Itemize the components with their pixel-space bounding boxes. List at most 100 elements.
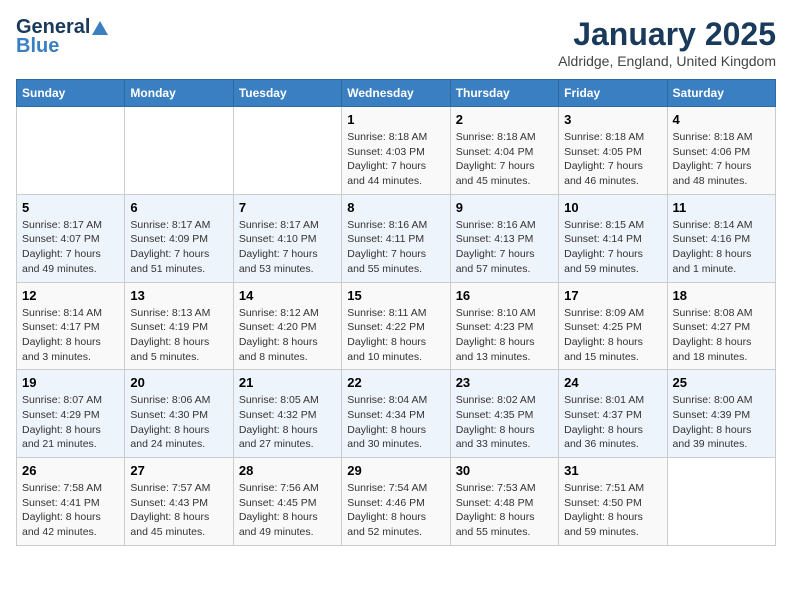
day-cell (233, 107, 341, 195)
day-cell: 16Sunrise: 8:10 AMSunset: 4:23 PMDayligh… (450, 282, 558, 370)
week-row-5: 26 Sunrise: 7:58 AMSunset: 4:41 PMDayligh… (17, 458, 776, 546)
day-info: Sunrise: 8:13 AMSunset: 4:19 PMDaylight:… (130, 306, 227, 365)
header-tuesday: Tuesday (233, 80, 341, 107)
header-wednesday: Wednesday (342, 80, 450, 107)
day-number: 12 (22, 288, 119, 303)
day-info: Sunrise: 8:17 AMSunset: 4:10 PMDaylight:… (239, 218, 336, 277)
day-number: 8 (347, 200, 444, 215)
day-cell: 13 Sunrise: 8:13 AMSunset: 4:19 PMDayligh… (125, 282, 233, 370)
calendar-table: SundayMondayTuesdayWednesdayThursdayFrid… (16, 79, 776, 546)
day-cell: 27 Sunrise: 7:57 AMSunset: 4:43 PMDayligh… (125, 458, 233, 546)
week-row-1: 1 Sunrise: 8:18 AMSunset: 4:03 PMDaylight… (17, 107, 776, 195)
month-title: January 2025 (558, 16, 776, 53)
day-number: 6 (130, 200, 227, 215)
day-number: 20 (130, 375, 227, 390)
day-cell: 10 Sunrise: 8:15 AMSunset: 4:14 PMDayligh… (559, 194, 667, 282)
day-number: 1 (347, 112, 444, 127)
day-info: Sunrise: 8:17 AMSunset: 4:09 PMDaylight:… (130, 218, 227, 277)
day-cell (17, 107, 125, 195)
day-info: Sunrise: 8:11 AMSunset: 4:22 PMDaylight:… (347, 306, 444, 365)
logo-icon (91, 19, 109, 37)
day-number: 11 (673, 200, 770, 215)
day-cell: 14 Sunrise: 8:12 AMSunset: 4:20 PMDayligh… (233, 282, 341, 370)
day-cell: 20Sunrise: 8:06 AMSunset: 4:30 PMDayligh… (125, 370, 233, 458)
day-info: Sunrise: 8:04 AMSunset: 4:34 PMDaylight:… (347, 393, 444, 452)
day-info: Sunrise: 8:14 AMSunset: 4:17 PMDaylight:… (22, 306, 119, 365)
header-sunday: Sunday (17, 80, 125, 107)
day-cell: 15 Sunrise: 8:11 AMSunset: 4:22 PMDayligh… (342, 282, 450, 370)
day-info: Sunrise: 7:58 AMSunset: 4:41 PMDaylight:… (22, 481, 119, 540)
day-cell: 29 Sunrise: 7:54 AMSunset: 4:46 PMDayligh… (342, 458, 450, 546)
day-number: 9 (456, 200, 553, 215)
day-number: 10 (564, 200, 661, 215)
day-cell: 22 Sunrise: 8:04 AMSunset: 4:34 PMDayligh… (342, 370, 450, 458)
day-cell: 31Sunrise: 7:51 AMSunset: 4:50 PMDayligh… (559, 458, 667, 546)
week-row-2: 5Sunrise: 8:17 AMSunset: 4:07 PMDaylight… (17, 194, 776, 282)
week-row-4: 19 Sunrise: 8:07 AMSunset: 4:29 PMDayligh… (17, 370, 776, 458)
day-info: Sunrise: 8:18 AMSunset: 4:03 PMDaylight:… (347, 130, 444, 189)
day-info: Sunrise: 8:05 AMSunset: 4:32 PMDaylight:… (239, 393, 336, 452)
day-info: Sunrise: 8:16 AMSunset: 4:11 PMDaylight:… (347, 218, 444, 277)
day-number: 15 (347, 288, 444, 303)
day-cell: 11 Sunrise: 8:14 AMSunset: 4:16 PMDayligh… (667, 194, 775, 282)
day-number: 5 (22, 200, 119, 215)
day-info: Sunrise: 8:07 AMSunset: 4:29 PMDaylight:… (22, 393, 119, 452)
header-thursday: Thursday (450, 80, 558, 107)
calendar-header-row: SundayMondayTuesdayWednesdayThursdayFrid… (17, 80, 776, 107)
day-info: Sunrise: 8:16 AMSunset: 4:13 PMDaylight:… (456, 218, 553, 277)
location: Aldridge, England, United Kingdom (558, 53, 776, 69)
day-info: Sunrise: 7:54 AMSunset: 4:46 PMDaylight:… (347, 481, 444, 540)
day-info: Sunrise: 8:01 AMSunset: 4:37 PMDaylight:… (564, 393, 661, 452)
day-cell: 4Sunrise: 8:18 AMSunset: 4:06 PMDaylight… (667, 107, 775, 195)
day-cell: 5Sunrise: 8:17 AMSunset: 4:07 PMDaylight… (17, 194, 125, 282)
day-cell: 24 Sunrise: 8:01 AMSunset: 4:37 PMDayligh… (559, 370, 667, 458)
day-number: 13 (130, 288, 227, 303)
day-cell: 6 Sunrise: 8:17 AMSunset: 4:09 PMDaylight… (125, 194, 233, 282)
day-number: 3 (564, 112, 661, 127)
day-info: Sunrise: 8:18 AMSunset: 4:05 PMDaylight:… (564, 130, 661, 189)
day-number: 27 (130, 463, 227, 478)
day-number: 31 (564, 463, 661, 478)
week-row-3: 12 Sunrise: 8:14 AMSunset: 4:17 PMDayligh… (17, 282, 776, 370)
day-number: 30 (456, 463, 553, 478)
day-cell (125, 107, 233, 195)
day-cell: 17Sunrise: 8:09 AMSunset: 4:25 PMDayligh… (559, 282, 667, 370)
day-number: 22 (347, 375, 444, 390)
day-number: 7 (239, 200, 336, 215)
page-header: General Blue January 2025 Aldridge, Engl… (16, 16, 776, 69)
day-info: Sunrise: 8:00 AMSunset: 4:39 PMDaylight:… (673, 393, 770, 452)
day-cell: 19 Sunrise: 8:07 AMSunset: 4:29 PMDayligh… (17, 370, 125, 458)
title-block: January 2025 Aldridge, England, United K… (558, 16, 776, 69)
day-number: 26 (22, 463, 119, 478)
day-number: 21 (239, 375, 336, 390)
day-cell: 8 Sunrise: 8:16 AMSunset: 4:11 PMDaylight… (342, 194, 450, 282)
day-info: Sunrise: 8:09 AMSunset: 4:25 PMDaylight:… (564, 306, 661, 365)
day-info: Sunrise: 8:14 AMSunset: 4:16 PMDaylight:… (673, 218, 770, 277)
day-cell: 18 Sunrise: 8:08 AMSunset: 4:27 PMDayligh… (667, 282, 775, 370)
logo: General Blue (16, 16, 110, 58)
day-number: 25 (673, 375, 770, 390)
day-cell: 9 Sunrise: 8:16 AMSunset: 4:13 PMDaylight… (450, 194, 558, 282)
day-info: Sunrise: 7:56 AMSunset: 4:45 PMDaylight:… (239, 481, 336, 540)
day-number: 23 (456, 375, 553, 390)
day-cell: 25 Sunrise: 8:00 AMSunset: 4:39 PMDayligh… (667, 370, 775, 458)
day-number: 28 (239, 463, 336, 478)
day-info: Sunrise: 8:12 AMSunset: 4:20 PMDaylight:… (239, 306, 336, 365)
day-number: 16 (456, 288, 553, 303)
day-info: Sunrise: 7:57 AMSunset: 4:43 PMDaylight:… (130, 481, 227, 540)
day-cell: 23Sunrise: 8:02 AMSunset: 4:35 PMDayligh… (450, 370, 558, 458)
day-cell: 7 Sunrise: 8:17 AMSunset: 4:10 PMDaylight… (233, 194, 341, 282)
day-info: Sunrise: 7:53 AMSunset: 4:48 PMDaylight:… (456, 481, 553, 540)
day-info: Sunrise: 8:15 AMSunset: 4:14 PMDaylight:… (564, 218, 661, 277)
day-cell: 1 Sunrise: 8:18 AMSunset: 4:03 PMDaylight… (342, 107, 450, 195)
day-info: Sunrise: 8:08 AMSunset: 4:27 PMDaylight:… (673, 306, 770, 365)
day-number: 19 (22, 375, 119, 390)
day-cell: 12 Sunrise: 8:14 AMSunset: 4:17 PMDayligh… (17, 282, 125, 370)
day-number: 29 (347, 463, 444, 478)
day-number: 18 (673, 288, 770, 303)
header-monday: Monday (125, 80, 233, 107)
day-cell: 21 Sunrise: 8:05 AMSunset: 4:32 PMDayligh… (233, 370, 341, 458)
day-cell: 3 Sunrise: 8:18 AMSunset: 4:05 PMDaylight… (559, 107, 667, 195)
day-number: 14 (239, 288, 336, 303)
day-number: 24 (564, 375, 661, 390)
